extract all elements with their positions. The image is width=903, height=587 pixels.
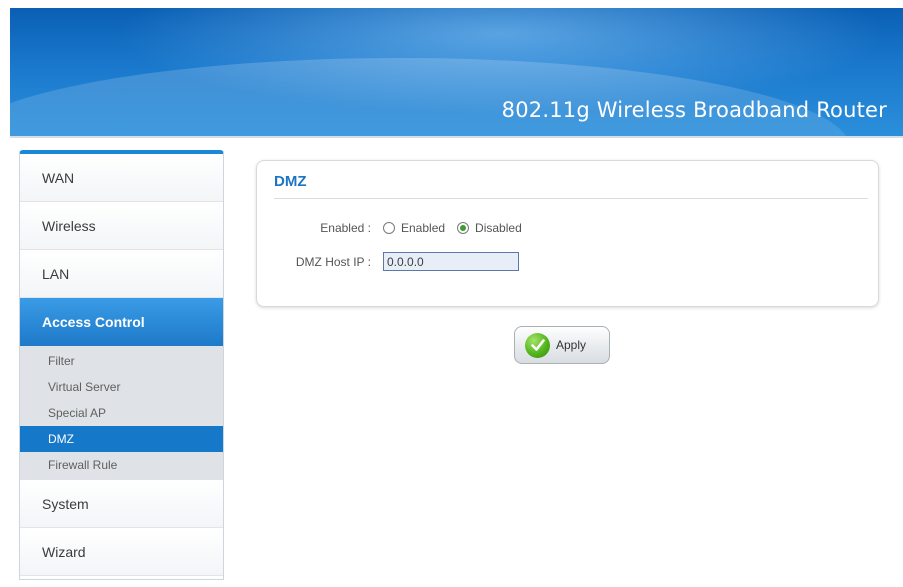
submenu-item-label: Firewall Rule bbox=[48, 458, 118, 472]
sidebar-item-wan[interactable]: WAN bbox=[20, 154, 223, 202]
host-ip-label: DMZ Host IP : bbox=[295, 254, 371, 269]
submenu-item-label: Virtual Server bbox=[48, 380, 121, 394]
sidebar-item-wizard[interactable]: Wizard bbox=[20, 528, 223, 576]
submenu-item-virtual-server[interactable]: Virtual Server bbox=[20, 374, 223, 400]
header-banner: 802.11g Wireless Broadband Router bbox=[10, 8, 903, 136]
host-ip-row: DMZ Host IP : bbox=[257, 252, 519, 271]
enabled-radio[interactable] bbox=[383, 222, 395, 234]
panel-title: DMZ bbox=[274, 173, 307, 190]
submenu-item-label: DMZ bbox=[48, 432, 74, 446]
sidebar-item-label: LAN bbox=[42, 265, 70, 282]
sidebar-item-label: Wizard bbox=[42, 543, 86, 560]
submenu-item-label: Filter bbox=[48, 354, 75, 368]
dmz-panel: DMZ Enabled : Enabled Disabled DMZ Host … bbox=[256, 160, 879, 307]
enabled-row: Enabled : Enabled Disabled bbox=[257, 221, 534, 235]
sidebar-item-system[interactable]: System bbox=[20, 480, 223, 528]
enabled-option[interactable]: Enabled bbox=[383, 221, 445, 235]
checkmark-icon bbox=[525, 332, 550, 358]
submenu-item-dmz[interactable]: DMZ bbox=[20, 426, 223, 452]
apply-label: Apply bbox=[556, 338, 587, 352]
apply-button[interactable]: Apply bbox=[514, 326, 610, 364]
header-decoration bbox=[10, 58, 850, 136]
disabled-option-label: Disabled bbox=[475, 221, 522, 235]
disabled-option[interactable]: Disabled bbox=[457, 221, 522, 235]
router-title: 802.11g Wireless Broadband Router bbox=[501, 98, 887, 122]
submenu-item-firewall-rule[interactable]: Firewall Rule bbox=[20, 452, 223, 478]
sidebar-item-label: System bbox=[42, 495, 89, 512]
sidebar-item-label: WAN bbox=[42, 169, 75, 186]
sidebar-item-lan[interactable]: LAN bbox=[20, 250, 223, 298]
header-divider bbox=[10, 136, 903, 138]
access-control-submenu: Filter Virtual Server Special AP DMZ Fir… bbox=[20, 346, 223, 480]
host-ip-input[interactable] bbox=[383, 252, 519, 271]
panel-divider bbox=[274, 198, 868, 199]
sidebar-nav: WAN Wireless LAN Access Control Filter V… bbox=[19, 150, 224, 580]
sidebar-item-wireless[interactable]: Wireless bbox=[20, 202, 223, 250]
disabled-radio[interactable] bbox=[457, 222, 470, 234]
submenu-item-filter[interactable]: Filter bbox=[20, 348, 223, 374]
sidebar-item-label: Access Control bbox=[42, 314, 145, 330]
radio-selected-dot bbox=[460, 225, 467, 231]
submenu-item-special-ap[interactable]: Special AP bbox=[20, 400, 223, 426]
enabled-option-label: Enabled bbox=[401, 221, 446, 235]
sidebar-item-access-control[interactable]: Access Control bbox=[20, 298, 223, 346]
submenu-item-label: Special AP bbox=[48, 406, 107, 420]
sidebar-item-label: Wireless bbox=[42, 217, 96, 234]
enabled-label: Enabled : bbox=[320, 221, 371, 235]
